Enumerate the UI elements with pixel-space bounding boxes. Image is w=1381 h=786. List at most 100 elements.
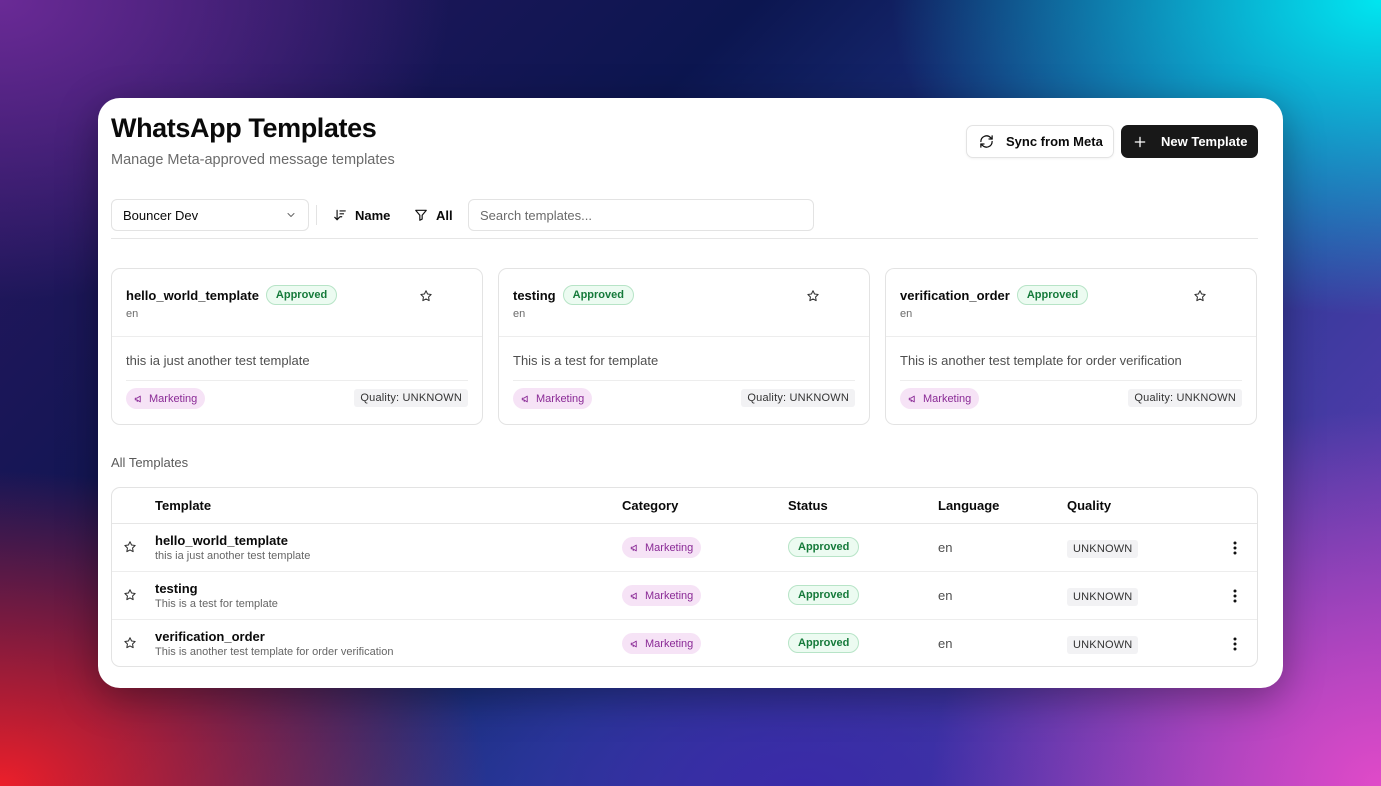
card-template-name: hello_world_template	[126, 287, 259, 303]
row-template-name: verification_order	[155, 629, 265, 644]
card-divider	[126, 380, 468, 381]
quality-badge: UNKNOWN	[1067, 636, 1139, 654]
megaphone-icon	[630, 639, 640, 649]
quality-badge: Quality: UNKNOWN	[741, 389, 855, 407]
category-badge: Marketing	[126, 388, 206, 409]
status-badge: Approved	[788, 537, 860, 557]
column-header-language[interactable]: Language	[938, 498, 999, 513]
category-label: Marketing	[645, 589, 694, 602]
status-badge: Approved	[788, 633, 860, 653]
category-label: Marketing	[536, 392, 585, 405]
megaphone-icon	[630, 591, 640, 601]
category-label: Marketing	[645, 637, 694, 650]
star-icon[interactable]	[123, 636, 137, 650]
card-template-name: testing	[513, 287, 556, 303]
card-language: en	[513, 308, 526, 320]
star-icon[interactable]	[419, 289, 433, 303]
chevron-down-icon	[285, 209, 297, 221]
workspace-select[interactable]: Bouncer Dev	[111, 199, 309, 231]
card-divider	[513, 380, 855, 381]
quality-badge: UNKNOWN	[1067, 588, 1139, 606]
refresh-icon	[979, 134, 994, 149]
row-template-description: This is a test for template	[155, 598, 278, 610]
category-label: Marketing	[149, 392, 198, 405]
column-header-quality[interactable]: Quality	[1067, 498, 1111, 513]
sync-from-meta-button[interactable]: Sync from Meta	[966, 125, 1114, 158]
star-icon[interactable]	[123, 540, 137, 554]
column-header-status[interactable]: Status	[788, 498, 828, 513]
quality-badge: UNKNOWN	[1067, 540, 1139, 558]
row-language: en	[938, 636, 953, 651]
quality-badge: Quality: UNKNOWN	[354, 389, 468, 407]
table-header: Template Category Status Language Qualit…	[112, 488, 1257, 524]
templates-table: Template Category Status Language Qualit…	[111, 487, 1258, 667]
more-vertical-icon[interactable]	[1226, 634, 1244, 654]
sort-icon	[333, 208, 347, 222]
category-badge: Marketing	[513, 388, 593, 409]
sort-button[interactable]: Name	[333, 199, 390, 231]
card-language: en	[126, 308, 139, 320]
page-title: WhatsApp Templates	[111, 113, 377, 143]
sync-button-label: Sync from Meta	[1006, 134, 1103, 149]
plus-icon	[1133, 135, 1147, 149]
category-badge: Marketing	[622, 585, 702, 606]
card-header: hello_world_template Approved en	[112, 269, 482, 337]
card-language: en	[900, 308, 913, 320]
star-icon[interactable]	[123, 588, 137, 602]
category-badge: Marketing	[900, 388, 980, 409]
template-card[interactable]: hello_world_template Approved en this ia…	[111, 268, 483, 425]
quality-badge: Quality: UNKNOWN	[1128, 389, 1242, 407]
row-template-description: This is another test template for order …	[155, 646, 394, 658]
star-icon[interactable]	[1193, 289, 1207, 303]
status-badge: Approved	[1016, 285, 1089, 305]
card-divider	[900, 380, 1242, 381]
new-template-button[interactable]: New Template	[1121, 125, 1258, 158]
table-row[interactable]: testing This is a test for template Mark…	[112, 572, 1257, 620]
megaphone-icon	[630, 543, 640, 553]
workspace-select-value: Bouncer Dev	[123, 207, 199, 223]
more-vertical-icon[interactable]	[1226, 586, 1244, 606]
category-badge: Marketing	[622, 633, 702, 654]
card-header: testing Approved en	[499, 269, 869, 337]
star-icon[interactable]	[806, 289, 820, 303]
toolbar-divider	[316, 205, 317, 225]
card-description: this ia just another test template	[126, 353, 310, 368]
filter-icon	[414, 208, 428, 222]
megaphone-icon	[521, 394, 531, 404]
featured-templates: hello_world_template Approved en this ia…	[111, 268, 1258, 425]
table-row[interactable]: hello_world_template this ia just anothe…	[112, 524, 1257, 572]
megaphone-icon	[908, 394, 918, 404]
search-input[interactable]	[468, 199, 814, 231]
template-card[interactable]: testing Approved en This is a test for t…	[498, 268, 870, 425]
table-row[interactable]: verification_order This is another test …	[112, 620, 1257, 666]
category-badge: Marketing	[622, 537, 702, 558]
row-template-name: testing	[155, 581, 198, 596]
template-card[interactable]: verification_order Approved en This is a…	[885, 268, 1257, 425]
card-template-name: verification_order	[900, 287, 1010, 303]
status-badge: Approved	[788, 585, 860, 605]
section-title: All Templates	[111, 455, 189, 470]
column-header-category[interactable]: Category	[622, 498, 678, 513]
status-badge: Approved	[562, 285, 634, 305]
toolbar: Bouncer Dev Name All	[111, 199, 1258, 239]
card-header: verification_order Approved en	[886, 269, 1256, 337]
row-template-description: this ia just another test template	[155, 550, 311, 562]
sort-label: Name	[355, 207, 391, 223]
category-label: Marketing	[923, 392, 972, 405]
status-badge: Approved	[265, 285, 338, 305]
card-description: This is a test for template	[513, 353, 659, 368]
row-language: en	[938, 540, 953, 555]
row-language: en	[938, 588, 953, 603]
more-vertical-icon[interactable]	[1226, 538, 1244, 558]
page-header: WhatsApp Templates Manage Meta-approved …	[111, 112, 395, 168]
megaphone-icon	[134, 394, 144, 404]
column-header-template[interactable]: Template	[155, 498, 211, 513]
new-template-label: New Template	[1161, 134, 1248, 149]
filter-button[interactable]: All	[414, 199, 453, 231]
templates-window: WhatsApp Templates Manage Meta-approved …	[98, 98, 1283, 688]
filter-label: All	[436, 207, 453, 223]
card-description: This is another test template for order …	[900, 353, 1182, 368]
category-label: Marketing	[645, 541, 694, 554]
page-subtitle: Manage Meta-approved message templates	[111, 152, 395, 168]
row-template-name: hello_world_template	[155, 533, 288, 548]
